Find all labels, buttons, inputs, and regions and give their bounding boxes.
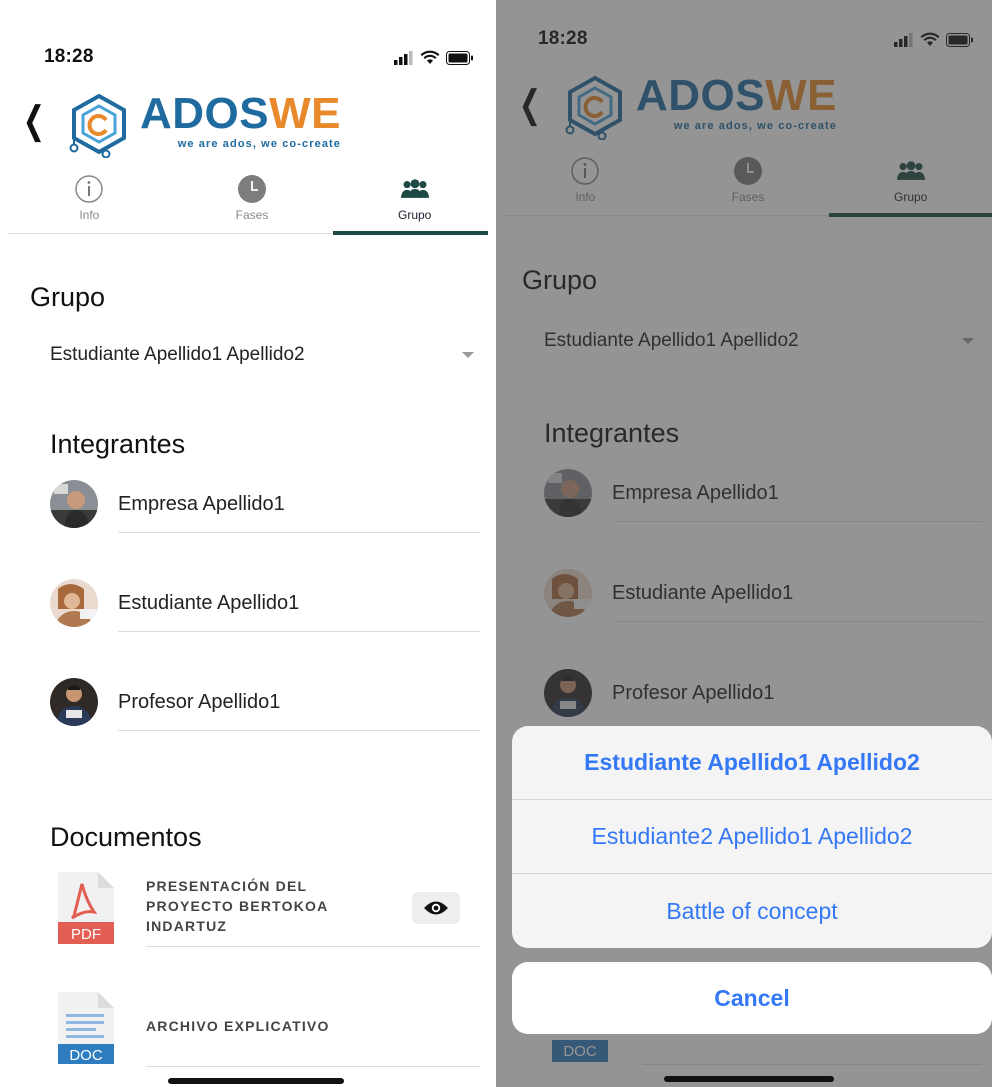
status-time: 18:28	[44, 46, 94, 67]
list-item[interactable]: Profesor Apellido1	[50, 666, 280, 738]
clock-icon	[237, 174, 267, 204]
grupo-heading: Grupo	[30, 282, 106, 312]
home-indicator	[168, 1078, 344, 1084]
app-logo: ADOSWE we are ados, we co-create	[66, 92, 341, 158]
svg-text:PDF: PDF	[71, 926, 101, 943]
pdf-file-icon: PDF	[56, 870, 116, 946]
tab-info-label: Info	[79, 208, 100, 222]
sheet-option[interactable]: Battle of concept	[512, 874, 992, 948]
list-item[interactable]: Estudiante Apellido1	[50, 567, 299, 639]
eye-icon	[424, 901, 448, 915]
group-picker-sheet: Estudiante Apellido1 Apellido2 Estudiant…	[512, 726, 992, 948]
tab-bar: Info Fases Grupo	[8, 172, 496, 235]
list-item[interactable]: Empresa Apellido1	[50, 468, 285, 540]
group-select[interactable]: Estudiante Apellido1 Apellido2	[50, 340, 474, 370]
doc-file-icon: DOC	[56, 990, 116, 1066]
divider	[118, 730, 480, 731]
sheet-option[interactable]: Estudiante2 Apellido1 Apellido2	[512, 800, 992, 874]
wifi-icon	[420, 50, 440, 64]
divider	[118, 532, 480, 533]
cancel-button[interactable]: Cancel	[512, 962, 992, 1034]
tab-fases[interactable]: Fases	[171, 172, 334, 233]
view-document-button[interactable]	[412, 892, 460, 924]
home-indicator	[664, 1076, 834, 1082]
signal-icon	[394, 50, 413, 65]
integrantes-heading: Integrantes	[50, 429, 186, 459]
svg-text:DOC: DOC	[69, 1047, 103, 1064]
logo-wordmark: ADOSWE	[140, 89, 342, 138]
document-item-pdf[interactable]: PDF	[56, 870, 116, 946]
tab-info[interactable]: Info	[8, 172, 171, 233]
member-name: Profesor Apellido1	[118, 690, 281, 713]
screen-group-picker: 18:28 ❮ ADOSWE we are ados, we co-create…	[496, 0, 992, 1087]
chevron-down-icon	[462, 352, 474, 358]
info-icon	[74, 174, 104, 204]
sheet-option[interactable]: Estudiante Apellido1 Apellido2	[512, 726, 992, 800]
avatar	[50, 579, 98, 627]
logo-tagline: we are ados, we co-create	[177, 138, 342, 150]
divider	[146, 946, 480, 947]
screen-group-tab: 18:28 ❮ ADOSWE we are ados, we co-create…	[0, 0, 496, 1087]
avatar	[50, 678, 98, 726]
tab-grupo[interactable]: Grupo	[333, 172, 496, 235]
status-icons	[394, 50, 474, 65]
status-bar: 18:28	[0, 44, 496, 94]
document-title: ARCHIVO EXPLICATIVO	[146, 1018, 330, 1034]
group-select-value: Estudiante Apellido1 Apellido2	[50, 344, 305, 365]
avatar	[50, 480, 98, 528]
documentos-heading: Documentos	[50, 822, 202, 852]
group-icon	[400, 174, 430, 204]
divider	[118, 631, 480, 632]
battery-icon	[446, 50, 473, 65]
document-item-doc[interactable]: DOC	[56, 990, 116, 1066]
tab-fases-label: Fases	[235, 208, 269, 222]
document-title: PRESENTACIÓN DEL PROYECTO BERTOKOA INDAR…	[146, 878, 329, 934]
member-name: Estudiante Apellido1	[118, 591, 300, 614]
back-button[interactable]: ❮	[23, 102, 45, 140]
divider	[146, 1066, 480, 1067]
member-name: Empresa Apellido1	[118, 492, 285, 515]
tab-grupo-label: Grupo	[398, 208, 432, 222]
hexagon-logo-icon	[69, 93, 126, 158]
